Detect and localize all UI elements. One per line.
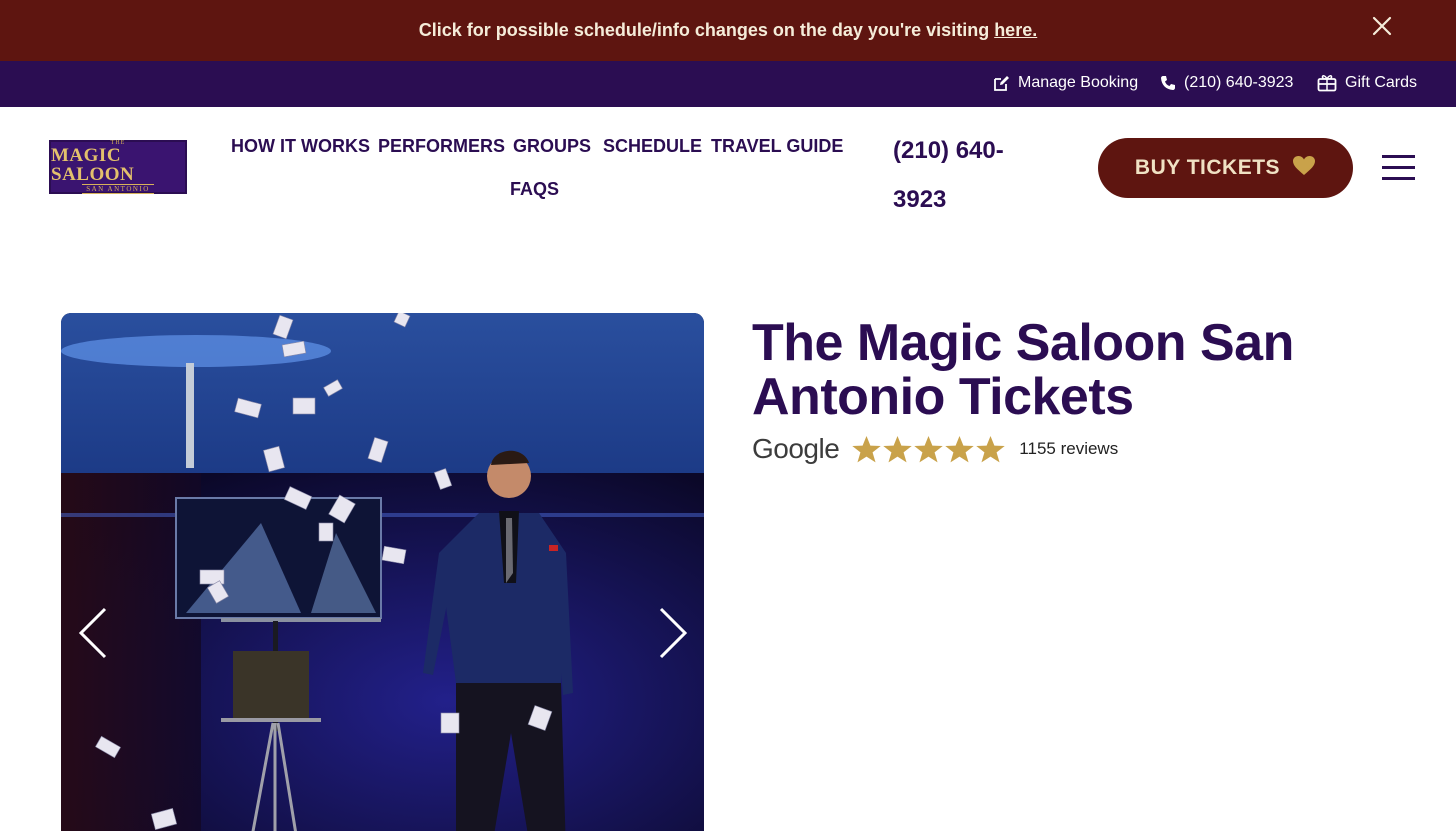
star-icon [852, 435, 882, 462]
announcement-bar: Click for possible schedule/info changes… [0, 0, 1456, 61]
manage-booking-label: Manage Booking [1018, 74, 1139, 91]
nav-schedule[interactable]: SCHEDULE [603, 136, 702, 157]
star-icon [945, 435, 975, 462]
star-icon [883, 435, 913, 462]
hero-carousel [61, 313, 704, 831]
gift-cards-link[interactable]: Gift Cards [1317, 74, 1417, 92]
hamburger-icon[interactable] [1382, 153, 1415, 181]
gift-icon [1317, 74, 1337, 92]
nav-how-it-works[interactable]: HOW IT WORKS [231, 136, 370, 157]
hero-photo [61, 313, 704, 831]
nav-performers[interactable]: PERFORMERS [378, 136, 505, 157]
star-icon [976, 435, 1006, 462]
logo-main-text: MAGIC SALOON [51, 145, 135, 185]
google-rating: Google 1155 reviews [752, 430, 1118, 468]
header-phone-link[interactable]: (210) 640- 3923 [893, 126, 1033, 224]
heart-icon [1292, 155, 1316, 181]
edit-icon [993, 75, 1010, 92]
close-icon[interactable] [1370, 14, 1394, 38]
announcement-text: Click for possible schedule/info changes… [418, 20, 995, 40]
header-phone-line1: (210) 640- [893, 137, 1004, 164]
review-count: 1155 reviews [1019, 439, 1119, 458]
google-logo: Google [752, 433, 840, 464]
nav-faqs[interactable]: FAQS [510, 179, 559, 200]
announcement-message: Click for possible schedule/info changes… [0, 20, 1456, 41]
gift-cards-label: Gift Cards [1345, 74, 1418, 91]
nav-groups[interactable]: GROUPS [513, 136, 591, 157]
phone-icon [1160, 75, 1176, 91]
chevron-left-icon[interactable] [75, 605, 111, 661]
site-logo[interactable]: THE MAGIC SALOON SAN ANTONIO [49, 140, 187, 194]
page-title: The Magic Saloon San Antonio Tickets [752, 314, 1294, 426]
logo-sub-text: SAN ANTONIO [82, 184, 154, 194]
header-phone-line2: 3923 [893, 186, 947, 213]
manage-booking-link[interactable]: Manage Booking [993, 74, 1138, 92]
utility-bar: Manage Booking (210) 640-3923 Gift Cards [0, 61, 1456, 107]
phone-label: (210) 640-3923 [1184, 74, 1294, 91]
nav-travel-guide[interactable]: TRAVEL GUIDE [711, 136, 843, 157]
rating-stars [851, 434, 1006, 465]
phone-link[interactable]: (210) 640-3923 [1160, 74, 1293, 92]
buy-tickets-button[interactable]: BUY TICKETS [1098, 138, 1353, 198]
chevron-right-icon[interactable] [655, 605, 691, 661]
announcement-link[interactable]: here. [994, 20, 1037, 40]
buy-tickets-label: BUY TICKETS [1134, 156, 1281, 179]
star-icon [914, 435, 944, 462]
